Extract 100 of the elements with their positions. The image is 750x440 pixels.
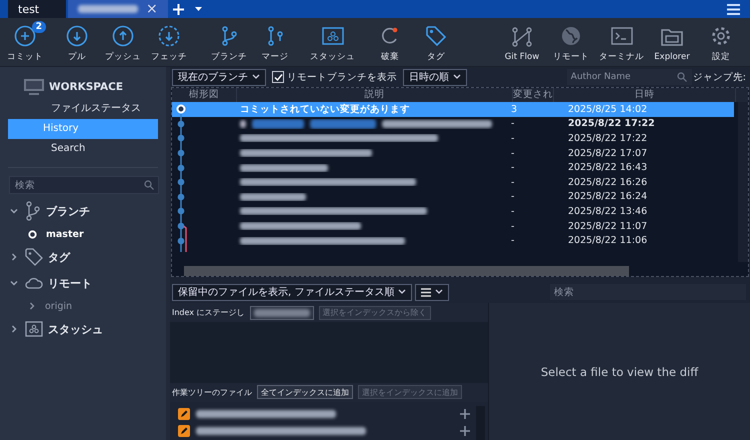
- toolbar-button[interactable]: ターミナル: [597, 21, 646, 63]
- commit-row[interactable]: - 2025/8/22 16:43: [172, 160, 734, 175]
- file-view-dropdown[interactable]: 保留中のファイルを表示, ファイルステータス順: [172, 284, 412, 300]
- search-field[interactable]: 検索: [550, 284, 746, 300]
- staged-files-button[interactable]: [250, 306, 314, 320]
- empty-message: Select a file to view the diff: [540, 364, 698, 378]
- file-row[interactable]: [178, 406, 470, 423]
- tree-item[interactable]: origin: [0, 296, 166, 316]
- commit-node-icon: [176, 206, 186, 216]
- toolbar-button[interactable]: タグ: [413, 21, 459, 63]
- chevron-right-icon: [10, 253, 18, 261]
- add-icon[interactable]: [460, 426, 470, 436]
- scrollbar[interactable]: [738, 102, 748, 262]
- menu-icon[interactable]: [727, 4, 740, 14]
- commit-row[interactable]: - 2025/8/22 17:22: [172, 131, 734, 146]
- commit-row[interactable]: - 2025/8/22 11:07: [172, 218, 734, 234]
- flow-icon: [511, 26, 533, 48]
- author-search-field[interactable]: Author Name: [566, 69, 692, 85]
- remote-branch-checkbox[interactable]: リモートブランチを表示: [272, 70, 397, 84]
- table-cell: -: [511, 118, 514, 130]
- table-cell: 2025/8/22 13:46: [568, 206, 648, 217]
- list-view-dropdown[interactable]: [415, 284, 450, 300]
- working-copy-node-icon: [176, 104, 186, 114]
- settings-icon: [710, 25, 732, 47]
- folder-icon: [661, 27, 683, 47]
- scrollbar[interactable]: [184, 266, 629, 276]
- add-tab-icon[interactable]: [172, 2, 185, 16]
- document-tab[interactable]: test: [8, 0, 66, 18]
- table-cell: -: [511, 191, 514, 202]
- tag-icon: [425, 25, 447, 47]
- table-cell: -: [511, 220, 514, 232]
- table-cell: -: [511, 148, 514, 159]
- document-tab[interactable]: ×: [68, 0, 168, 18]
- sort-dropdown[interactable]: 日時の順: [403, 68, 467, 86]
- table-cell: -: [511, 132, 514, 144]
- toolbar-button[interactable]: フェッチ: [146, 21, 192, 63]
- commit-node-icon: [176, 236, 186, 246]
- commit-row[interactable]: - 2025/8/22 11:06: [172, 233, 734, 248]
- modified-icon: [178, 408, 190, 420]
- commit-row[interactable]: - 2025/8/22 13:46: [172, 204, 734, 219]
- tree-section[interactable]: タグ: [0, 244, 166, 270]
- table-cell: 3: [511, 104, 518, 115]
- table-cell: 2025/8/22 11:06: [568, 235, 648, 246]
- cloud-icon: [25, 277, 43, 289]
- tree-section[interactable]: ブランチ: [0, 198, 166, 224]
- commit-node-icon: [176, 221, 186, 232]
- blurred-text: [240, 120, 246, 128]
- stash-icon: [25, 321, 43, 337]
- sidebar-item[interactable]: ファイルステータス: [8, 99, 158, 119]
- commit-row[interactable]: - 2025/8/22 16:26: [172, 174, 734, 190]
- section-title: WORKSPACE: [49, 81, 124, 93]
- file-row[interactable]: [178, 422, 470, 440]
- table-cell: 2025/8/22 17:22: [568, 132, 648, 144]
- stage-all-button[interactable]: 全てインデックスに追加: [257, 385, 353, 400]
- tree-section[interactable]: リモート: [0, 270, 166, 296]
- commit-node-icon: [176, 133, 186, 144]
- toolbar-button[interactable]: ブランチ: [206, 21, 252, 63]
- close-icon[interactable]: ×: [146, 1, 158, 17]
- chevron-down-icon: [398, 289, 406, 295]
- tree-section[interactable]: スタッシュ: [0, 316, 166, 342]
- table-cell: 2025/8/25 14:02: [568, 104, 648, 115]
- list-icon: [421, 288, 432, 296]
- toolbar-button[interactable]: 破棄: [367, 21, 413, 63]
- blurred-text: [78, 5, 138, 13]
- toolbar-button[interactable]: 設定: [698, 21, 744, 63]
- table-cell: 2025/8/22 16:24: [568, 191, 648, 202]
- toolbar-button[interactable]: プル: [54, 21, 100, 63]
- jump-label: ジャンプ先:: [692, 70, 746, 84]
- table-cell: 2025/8/22 17:07: [568, 148, 648, 159]
- monitor-icon: [23, 78, 45, 96]
- commit-row[interactable]: - 2025/8/22 17:22: [172, 116, 734, 132]
- dropdown-icon[interactable]: [194, 7, 202, 11]
- table-cell: -: [511, 162, 514, 174]
- commit-node-icon: [176, 118, 186, 129]
- toolbar-button[interactable]: Git Flow: [499, 22, 545, 62]
- add-icon[interactable]: [460, 409, 470, 420]
- branch-icon: [25, 201, 41, 221]
- sidebar-item[interactable]: Search: [8, 139, 158, 159]
- search-field[interactable]: 検索: [9, 176, 159, 194]
- tree-item[interactable]: master: [0, 224, 166, 244]
- table-cell: -: [511, 206, 514, 217]
- commit-node-icon: [176, 192, 186, 202]
- blurred-text: [240, 192, 306, 201]
- checkbox[interactable]: [272, 71, 284, 83]
- toolbar-button[interactable]: プッシュ: [100, 21, 146, 63]
- chevron-right-icon: [28, 302, 36, 310]
- toolbar-button[interactable]: 2 コミット: [2, 21, 48, 63]
- branch-dropdown[interactable]: 現在のブランチ: [172, 68, 266, 86]
- commit-row[interactable]: - 2025/8/22 17:07: [172, 146, 734, 160]
- chevron-right-icon: [10, 325, 18, 333]
- globe-icon: [560, 25, 582, 47]
- stash-icon: [322, 26, 344, 46]
- commit-row[interactable]: - 2025/8/22 16:24: [172, 190, 734, 204]
- chevron-down-icon: [10, 207, 18, 215]
- toolbar-button[interactable]: マージ: [252, 21, 298, 63]
- toolbar-button[interactable]: Explorer: [649, 22, 695, 62]
- section-label: Index にステージし: [172, 307, 245, 318]
- toolbar-button[interactable]: スタッシュ: [308, 21, 357, 63]
- current-branch-icon: [28, 230, 37, 238]
- toolbar-button[interactable]: リモート: [548, 21, 594, 63]
